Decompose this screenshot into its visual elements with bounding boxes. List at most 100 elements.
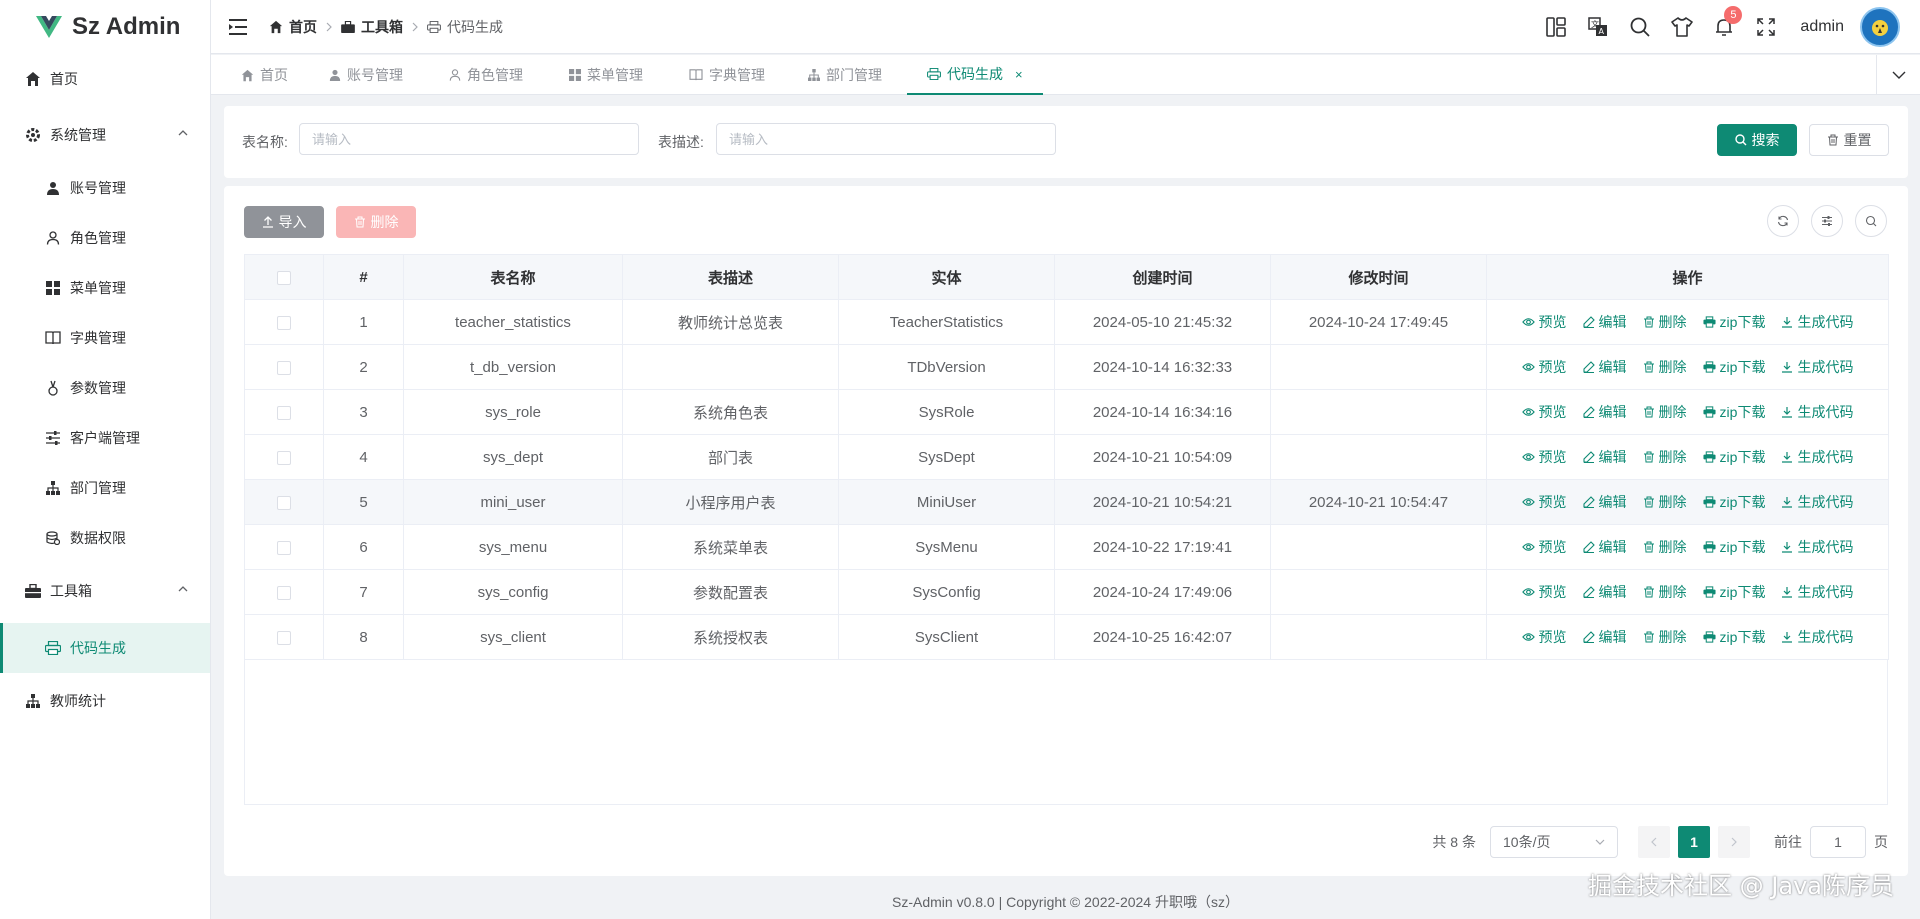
search-icon[interactable]	[1628, 15, 1652, 39]
delete-row-button[interactable]: 删除	[1643, 582, 1687, 602]
prev-page-chevron-left-icon[interactable]	[1638, 826, 1670, 858]
delete-row-button[interactable]: 删除	[1643, 357, 1687, 377]
generate-code-button[interactable]: 生成代码	[1781, 402, 1853, 422]
zip-download-button[interactable]: zip下载	[1703, 402, 1765, 422]
row-checkbox[interactable]	[277, 495, 291, 510]
breadcrumb-home[interactable]: 首页	[269, 17, 317, 37]
search-icon[interactable]	[1855, 205, 1887, 237]
zip-download-button[interactable]: zip下载	[1703, 447, 1765, 467]
tab-account[interactable]: 账号管理	[329, 55, 403, 95]
edit-button[interactable]: 编辑	[1582, 402, 1627, 422]
sidebar-item-teacher-stats[interactable]: 教师统计	[0, 676, 210, 726]
generate-code-button[interactable]: 生成代码	[1781, 312, 1853, 332]
delete-row-button[interactable]: 删除	[1643, 312, 1687, 332]
layout-icon[interactable]	[1544, 15, 1568, 39]
tabs-more-chevron-down-icon[interactable]	[1876, 55, 1920, 95]
preview-button[interactable]: 预览	[1521, 537, 1567, 557]
row-checkbox[interactable]	[277, 585, 291, 600]
tab-menu[interactable]: 菜单管理	[569, 55, 643, 95]
bell-icon[interactable]: 5	[1712, 6, 1743, 39]
row-checkbox[interactable]	[277, 360, 291, 375]
row-checkbox[interactable]	[277, 405, 291, 420]
tab-codegen[interactable]: 代码生成 ×	[907, 55, 1043, 95]
edit-button[interactable]: 编辑	[1582, 447, 1627, 467]
tab-role[interactable]: 角色管理	[449, 55, 523, 95]
zip-download-button[interactable]: zip下载	[1703, 312, 1765, 332]
menu-toggle-icon[interactable]	[227, 16, 249, 38]
table-row[interactable]: 8 sys_client 系统授权表 SysClient 2024-10-25 16:4…	[244, 614, 1889, 660]
row-checkbox[interactable]	[277, 315, 291, 330]
table-desc-input[interactable]	[716, 123, 1056, 155]
sidebar-item-client[interactable]: 客户端管理	[0, 413, 210, 463]
table-row[interactable]: 5 mini_user 小程序用户表 MiniUser 2024-10-21 10:54…	[244, 479, 1889, 525]
table-row[interactable]: 4 sys_dept 部门表 SysDept 2024-10-21 10:54:09 预览…	[244, 434, 1889, 480]
preview-button[interactable]: 预览	[1521, 402, 1567, 422]
table-row[interactable]: 3 sys_role 系统角色表 SysRole 2024-10-14 16:34:16…	[244, 389, 1889, 435]
fullscreen-icon[interactable]	[1754, 15, 1778, 39]
table-name-input[interactable]	[299, 123, 639, 155]
sidebar-item-home[interactable]: 首页	[0, 54, 210, 104]
zip-download-button[interactable]: zip下载	[1703, 492, 1765, 512]
goto-page-input[interactable]	[1810, 826, 1866, 858]
row-checkbox[interactable]	[277, 540, 291, 555]
generate-code-button[interactable]: 生成代码	[1781, 492, 1853, 512]
tab-home[interactable]: 首页	[241, 55, 288, 95]
delete-row-button[interactable]: 删除	[1643, 447, 1687, 467]
refresh-icon[interactable]	[1767, 205, 1799, 237]
sidebar-item-dict[interactable]: 字典管理	[0, 313, 210, 363]
sidebar-item-menu[interactable]: 菜单管理	[0, 263, 210, 313]
preview-button[interactable]: 预览	[1521, 627, 1567, 647]
select-all-checkbox[interactable]	[277, 270, 291, 285]
generate-code-button[interactable]: 生成代码	[1781, 357, 1853, 377]
avatar[interactable]	[1860, 7, 1900, 47]
sidebar-item-toolbox[interactable]: 工具箱	[0, 566, 210, 616]
generate-code-button[interactable]: 生成代码	[1781, 582, 1853, 602]
tab-dept[interactable]: 部门管理	[808, 55, 882, 95]
tab-dict[interactable]: 字典管理	[689, 55, 765, 95]
close-icon[interactable]: ×	[1015, 67, 1023, 82]
table-row[interactable]: 7 sys_config 参数配置表 SysConfig 2024-10-24 17:4…	[244, 569, 1889, 615]
page-size-select[interactable]: 10条/页	[1490, 826, 1618, 858]
translate-icon[interactable]: 文A	[1586, 15, 1610, 39]
next-page-chevron-right-icon[interactable]	[1718, 826, 1750, 858]
import-button[interactable]: 导入	[244, 206, 324, 238]
sidebar-item-system[interactable]: 系统管理	[0, 110, 210, 160]
edit-button[interactable]: 编辑	[1582, 627, 1627, 647]
preview-button[interactable]: 预览	[1521, 357, 1567, 377]
preview-button[interactable]: 预览	[1521, 312, 1567, 332]
reset-button[interactable]: 重置	[1809, 124, 1889, 156]
preview-button[interactable]: 预览	[1521, 492, 1567, 512]
table-row[interactable]: 2 t_db_version TDbVersion 2024-10-14 16:32:…	[244, 344, 1889, 390]
sidebar-item-dept[interactable]: 部门管理	[0, 463, 210, 513]
delete-row-button[interactable]: 删除	[1643, 537, 1687, 557]
table-row[interactable]: 1 teacher_statistics 教师统计总览表 TeacherStatist…	[244, 299, 1889, 345]
sidebar-item-data-scope[interactable]: 数据权限	[0, 513, 210, 563]
page-number[interactable]: 1	[1678, 826, 1710, 858]
delete-row-button[interactable]: 删除	[1643, 627, 1687, 647]
row-checkbox[interactable]	[277, 450, 291, 465]
username[interactable]: admin	[1800, 18, 1844, 36]
search-button[interactable]: 搜索	[1717, 124, 1797, 156]
sidebar-item-account[interactable]: 账号管理	[0, 163, 210, 213]
edit-button[interactable]: 编辑	[1582, 582, 1627, 602]
generate-code-button[interactable]: 生成代码	[1781, 537, 1853, 557]
delete-row-button[interactable]: 删除	[1643, 492, 1687, 512]
breadcrumb-toolbox[interactable]: 工具箱	[341, 17, 403, 37]
sidebar-item-param[interactable]: 参数管理	[0, 363, 210, 413]
zip-download-button[interactable]: zip下载	[1703, 627, 1765, 647]
edit-button[interactable]: 编辑	[1582, 537, 1627, 557]
generate-code-button[interactable]: 生成代码	[1781, 627, 1853, 647]
preview-button[interactable]: 预览	[1521, 582, 1567, 602]
table-row[interactable]: 6 sys_menu 系统菜单表 SysMenu 2024-10-22 17:19:41…	[244, 524, 1889, 570]
zip-download-button[interactable]: zip下载	[1703, 582, 1765, 602]
zip-download-button[interactable]: zip下载	[1703, 537, 1765, 557]
edit-button[interactable]: 编辑	[1582, 312, 1627, 332]
preview-button[interactable]: 预览	[1521, 447, 1567, 467]
delete-row-button[interactable]: 删除	[1643, 402, 1687, 422]
edit-button[interactable]: 编辑	[1582, 357, 1627, 377]
sidebar-item-codegen[interactable]: 代码生成	[0, 623, 210, 673]
column-settings-icon[interactable]	[1811, 205, 1843, 237]
delete-button[interactable]: 删除	[336, 206, 416, 238]
row-checkbox[interactable]	[277, 630, 291, 645]
zip-download-button[interactable]: zip下载	[1703, 357, 1765, 377]
